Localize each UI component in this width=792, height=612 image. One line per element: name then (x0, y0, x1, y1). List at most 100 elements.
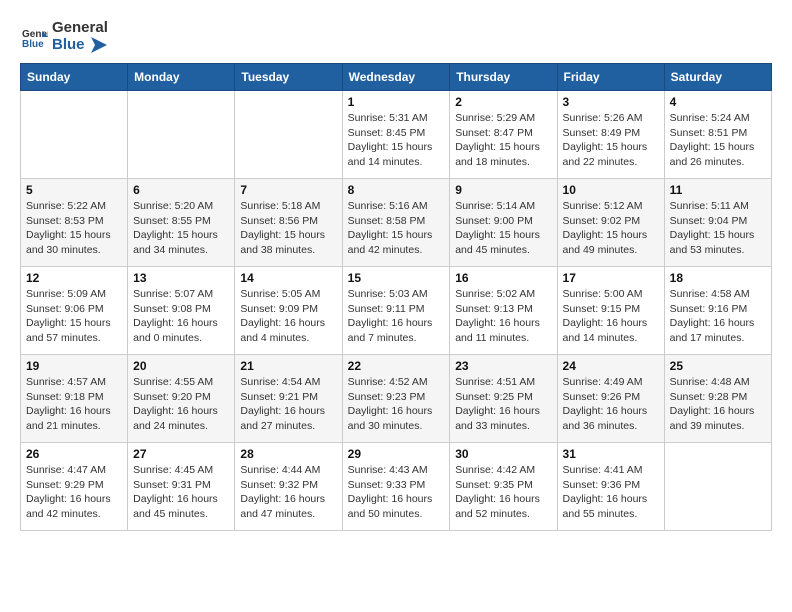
logo-arrow-icon (91, 37, 107, 53)
day-info: Sunrise: 5:24 AMSunset: 8:51 PMDaylight:… (670, 111, 766, 170)
day-number: 8 (348, 183, 445, 197)
day-info: Sunrise: 5:03 AMSunset: 9:11 PMDaylight:… (348, 287, 445, 346)
day-info: Sunrise: 5:07 AMSunset: 9:08 PMDaylight:… (133, 287, 229, 346)
day-header-sunday: Sunday (21, 64, 128, 91)
day-info: Sunrise: 5:26 AMSunset: 8:49 PMDaylight:… (563, 111, 659, 170)
calendar-header-row: SundayMondayTuesdayWednesdayThursdayFrid… (21, 64, 772, 91)
day-info: Sunrise: 4:42 AMSunset: 9:35 PMDaylight:… (455, 463, 551, 522)
day-number: 27 (133, 447, 229, 461)
day-info: Sunrise: 5:11 AMSunset: 9:04 PMDaylight:… (670, 199, 766, 258)
calendar-cell: 8 Sunrise: 5:16 AMSunset: 8:58 PMDaylight… (342, 179, 450, 267)
day-number: 6 (133, 183, 229, 197)
logo-text: General Blue (52, 20, 108, 53)
day-info: Sunrise: 4:52 AMSunset: 9:23 PMDaylight:… (348, 375, 445, 434)
day-header-monday: Monday (128, 64, 235, 91)
calendar-cell (128, 91, 235, 179)
day-number: 24 (563, 359, 659, 373)
calendar-cell: 29Sunrise: 4:43 AMSunset: 9:33 PMDayligh… (342, 443, 450, 531)
day-info: Sunrise: 5:29 AMSunset: 8:47 PMDaylight:… (455, 111, 551, 170)
day-info: Sunrise: 5:12 AMSunset: 9:02 PMDaylight:… (563, 199, 659, 258)
day-number: 1 (348, 95, 445, 109)
day-info: Sunrise: 5:02 AMSunset: 9:13 PMDaylight:… (455, 287, 551, 346)
day-header-thursday: Thursday (450, 64, 557, 91)
svg-text:Blue: Blue (22, 39, 44, 50)
day-number: 23 (455, 359, 551, 373)
calendar-cell: 9 Sunrise: 5:14 AMSunset: 9:00 PMDaylight… (450, 179, 557, 267)
calendar-cell: 19Sunrise: 4:57 AMSunset: 9:18 PMDayligh… (21, 355, 128, 443)
day-info: Sunrise: 4:58 AMSunset: 9:16 PMDaylight:… (670, 287, 766, 346)
calendar-cell (21, 91, 128, 179)
calendar-cell: 27 Sunrise: 4:45 AMSunset: 9:31 PMDayligh… (128, 443, 235, 531)
logo-general: General (52, 19, 108, 36)
day-header-tuesday: Tuesday (235, 64, 342, 91)
day-info: Sunrise: 5:14 AMSunset: 9:00 PMDaylight:… (455, 199, 551, 258)
calendar-week-row: 5 Sunrise: 5:22 AMSunset: 8:53 PMDaylight… (21, 179, 772, 267)
day-number: 17 (563, 271, 659, 285)
calendar-week-row: 12Sunrise: 5:09 AMSunset: 9:06 PMDayligh… (21, 267, 772, 355)
calendar-cell: 13 Sunrise: 5:07 AMSunset: 9:08 PMDayligh… (128, 267, 235, 355)
calendar-cell: 22 Sunrise: 4:52 AMSunset: 9:23 PMDayligh… (342, 355, 450, 443)
calendar-week-row: 26Sunrise: 4:47 AMSunset: 9:29 PMDayligh… (21, 443, 772, 531)
day-info: Sunrise: 5:20 AMSunset: 8:55 PMDaylight:… (133, 199, 229, 258)
day-number: 25 (670, 359, 766, 373)
calendar-cell (664, 443, 771, 531)
calendar-cell: 3Sunrise: 5:26 AMSunset: 8:49 PMDaylight… (557, 91, 664, 179)
day-number: 28 (240, 447, 336, 461)
day-number: 21 (240, 359, 336, 373)
day-number: 22 (348, 359, 445, 373)
calendar-cell: 17Sunrise: 5:00 AMSunset: 9:15 PMDayligh… (557, 267, 664, 355)
day-number: 15 (348, 271, 445, 285)
calendar-cell: 11 Sunrise: 5:11 AMSunset: 9:04 PMDayligh… (664, 179, 771, 267)
day-number: 18 (670, 271, 766, 285)
day-info: Sunrise: 4:41 AMSunset: 9:36 PMDaylight:… (563, 463, 659, 522)
day-header-friday: Friday (557, 64, 664, 91)
calendar-cell: 18 Sunrise: 4:58 AMSunset: 9:16 PMDayligh… (664, 267, 771, 355)
day-info: Sunrise: 5:18 AMSunset: 8:56 PMDaylight:… (240, 199, 336, 258)
calendar-cell: 14Sunrise: 5:05 AMSunset: 9:09 PMDayligh… (235, 267, 342, 355)
logo-icon: General Blue (20, 23, 48, 51)
day-info: Sunrise: 4:49 AMSunset: 9:26 PMDaylight:… (563, 375, 659, 434)
day-number: 14 (240, 271, 336, 285)
calendar-table: SundayMondayTuesdayWednesdayThursdayFrid… (20, 63, 772, 531)
day-info: Sunrise: 4:48 AMSunset: 9:28 PMDaylight:… (670, 375, 766, 434)
day-info: Sunrise: 5:16 AMSunset: 8:58 PMDaylight:… (348, 199, 445, 258)
day-number: 30 (455, 447, 551, 461)
day-info: Sunrise: 4:44 AMSunset: 9:32 PMDaylight:… (240, 463, 336, 522)
day-number: 5 (26, 183, 122, 197)
logo: General Blue General Blue (20, 20, 108, 53)
calendar-week-row: 19Sunrise: 4:57 AMSunset: 9:18 PMDayligh… (21, 355, 772, 443)
calendar-cell: 10 Sunrise: 5:12 AMSunset: 9:02 PMDayligh… (557, 179, 664, 267)
day-number: 9 (455, 183, 551, 197)
day-number: 4 (670, 95, 766, 109)
calendar-cell: 20 Sunrise: 4:55 AMSunset: 9:20 PMDayligh… (128, 355, 235, 443)
day-info: Sunrise: 4:45 AMSunset: 9:31 PMDaylight:… (133, 463, 229, 522)
day-number: 13 (133, 271, 229, 285)
day-number: 10 (563, 183, 659, 197)
day-info: Sunrise: 4:55 AMSunset: 9:20 PMDaylight:… (133, 375, 229, 434)
logo-blue: Blue (52, 36, 85, 53)
day-info: Sunrise: 5:22 AMSunset: 8:53 PMDaylight:… (26, 199, 122, 258)
day-number: 16 (455, 271, 551, 285)
day-number: 7 (240, 183, 336, 197)
calendar-cell: 25 Sunrise: 4:48 AMSunset: 9:28 PMDayligh… (664, 355, 771, 443)
calendar-cell: 23 Sunrise: 4:51 AMSunset: 9:25 PMDayligh… (450, 355, 557, 443)
day-info: Sunrise: 4:54 AMSunset: 9:21 PMDaylight:… (240, 375, 336, 434)
calendar-cell: 30 Sunrise: 4:42 AMSunset: 9:35 PMDayligh… (450, 443, 557, 531)
calendar-cell: 15 Sunrise: 5:03 AMSunset: 9:11 PMDayligh… (342, 267, 450, 355)
calendar-cell: 5 Sunrise: 5:22 AMSunset: 8:53 PMDaylight… (21, 179, 128, 267)
calendar-cell: 1 Sunrise: 5:31 AMSunset: 8:45 PMDaylight… (342, 91, 450, 179)
day-info: Sunrise: 4:43 AMSunset: 9:33 PMDaylight:… (348, 463, 445, 522)
calendar-cell: 24 Sunrise: 4:49 AMSunset: 9:26 PMDayligh… (557, 355, 664, 443)
day-number: 11 (670, 183, 766, 197)
day-number: 20 (133, 359, 229, 373)
day-header-wednesday: Wednesday (342, 64, 450, 91)
page-header: General Blue General Blue (20, 20, 772, 53)
day-info: Sunrise: 5:31 AMSunset: 8:45 PMDaylight:… (348, 111, 445, 170)
calendar-week-row: 1 Sunrise: 5:31 AMSunset: 8:45 PMDaylight… (21, 91, 772, 179)
day-number: 31 (563, 447, 659, 461)
calendar-cell: 2Sunrise: 5:29 AMSunset: 8:47 PMDaylight… (450, 91, 557, 179)
calendar-cell: 21 Sunrise: 4:54 AMSunset: 9:21 PMDayligh… (235, 355, 342, 443)
calendar-cell: 12Sunrise: 5:09 AMSunset: 9:06 PMDayligh… (21, 267, 128, 355)
calendar-cell: 31 Sunrise: 4:41 AMSunset: 9:36 PMDayligh… (557, 443, 664, 531)
day-info: Sunrise: 4:51 AMSunset: 9:25 PMDaylight:… (455, 375, 551, 434)
